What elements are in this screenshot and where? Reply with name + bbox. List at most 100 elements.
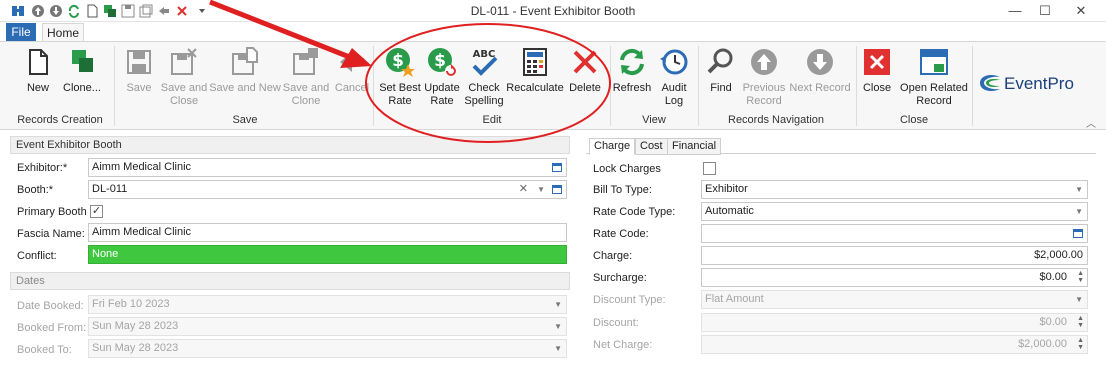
cancel-icon	[340, 52, 364, 72]
lookup-icon[interactable]	[552, 163, 562, 172]
separator	[972, 46, 973, 126]
refresh-button[interactable]: Refresh	[612, 46, 652, 95]
find-button[interactable]: Find	[704, 46, 738, 95]
save-and-new-button[interactable]: Save and New	[208, 46, 282, 95]
save-clone-icon	[293, 48, 318, 75]
fascia-name-field[interactable]: Aimm Medical Clinic	[88, 223, 567, 242]
panel-header-dates: Dates	[10, 272, 570, 290]
spinner-icon[interactable]: ▲ ▼	[1077, 315, 1084, 329]
new-document-icon	[29, 49, 48, 75]
date-booked-label: Date Booked:	[17, 300, 84, 312]
booked-from-field[interactable]: Sun May 28 2023 ▼	[88, 317, 567, 336]
update-rate-button[interactable]: $ Update Rate	[422, 46, 462, 108]
lock-charges-label: Lock Charges	[593, 163, 661, 175]
surcharge-label: Surcharge:	[593, 272, 647, 284]
lookup-icon[interactable]	[1073, 229, 1083, 238]
dollar-refresh-icon: $	[428, 48, 457, 77]
net-charge-label: Net Charge:	[593, 339, 653, 351]
fascia-name-label: Fascia Name:	[17, 228, 85, 240]
booth-label: Booth:*	[17, 184, 54, 196]
minimize-icon[interactable]: —	[1000, 2, 1030, 20]
rate-code-type-label: Rate Code Type:	[593, 206, 676, 218]
group-edit: Edit	[482, 114, 502, 126]
previous-record-button[interactable]: Previous Record	[740, 46, 788, 108]
tab-charge[interactable]: Charge	[589, 138, 636, 155]
chevron-down-icon[interactable]: ▼	[554, 296, 562, 313]
magnifier-icon	[707, 48, 733, 74]
recalculate-button[interactable]: Recalculate	[506, 46, 564, 95]
rate-code-type-select[interactable]: Automatic ▼	[701, 202, 1088, 221]
discount-type-label: Discount Type:	[593, 294, 666, 306]
check-spelling-button[interactable]: ABC Check Spelling	[462, 46, 506, 108]
booked-from-label: Booked From:	[17, 322, 87, 334]
close-red-icon	[864, 49, 890, 75]
title-bar: DL-011 - Event Exhibitor Booth — ☐ ✕	[0, 0, 1106, 22]
close-button[interactable]: Close	[860, 46, 894, 95]
separator	[114, 46, 115, 126]
delete-x-icon	[573, 50, 597, 74]
save-button[interactable]: Save	[122, 46, 156, 95]
refresh-arrows-icon	[620, 48, 644, 76]
ribbon: New Clone... Records Creation Save Save …	[0, 41, 1106, 130]
bill-to-type-select[interactable]: Exhibitor ▼	[701, 180, 1088, 199]
collapse-ribbon-icon[interactable]: ︿	[1086, 115, 1096, 130]
tab-cost[interactable]: Cost	[635, 138, 668, 155]
ribbon-tab-row: File Home	[0, 22, 1106, 43]
delete-button[interactable]: Delete	[566, 46, 604, 95]
chevron-down-icon[interactable]: ▼	[554, 318, 562, 335]
chevron-down-icon[interactable]: ▼	[1075, 203, 1083, 220]
arrow-up-circle-icon	[751, 49, 777, 75]
primary-booth-checkbox[interactable]: ✓	[90, 205, 103, 218]
tab-file[interactable]: File	[6, 23, 36, 42]
separator	[373, 46, 374, 126]
svg-text:ABC: ABC	[473, 49, 496, 60]
net-charge-field[interactable]: $2,000.00 ▲ ▼	[701, 335, 1088, 354]
window-open-icon	[920, 49, 948, 75]
chevron-down-icon[interactable]: ▼	[554, 340, 562, 357]
save-and-clone-button[interactable]: Save and Clone	[282, 46, 330, 108]
save-and-close-button[interactable]: Save and Close	[158, 46, 210, 108]
svg-text:$: $	[392, 51, 404, 71]
svg-text:$: $	[434, 51, 446, 71]
chevron-down-icon[interactable]: ▼	[1075, 291, 1083, 308]
date-booked-field[interactable]: Fri Feb 10 2023 ▼	[88, 295, 567, 314]
booked-to-field[interactable]: Sun May 28 2023 ▼	[88, 339, 567, 358]
group-save: Save	[232, 114, 258, 126]
charge-field[interactable]: $2,000.00	[701, 246, 1088, 265]
group-close: Close	[899, 114, 929, 126]
discount-type-select[interactable]: Flat Amount ▼	[701, 290, 1088, 309]
arrow-down-circle-icon	[807, 49, 833, 75]
maximize-icon[interactable]: ☐	[1030, 2, 1060, 20]
separator	[610, 46, 611, 126]
next-record-button[interactable]: Next Record	[788, 46, 852, 95]
clear-icon[interactable]: ✕	[519, 181, 528, 198]
clone-button[interactable]: Clone...	[58, 46, 106, 95]
exhibitor-field[interactable]: Aimm Medical Clinic	[88, 158, 567, 177]
calculator-icon	[523, 48, 547, 76]
close-icon[interactable]: ✕	[1066, 2, 1096, 20]
cancel-button[interactable]: Cancel	[334, 46, 370, 95]
floppy-icon	[127, 50, 151, 74]
charge-label: Charge:	[593, 250, 633, 262]
bill-to-type-label: Bill To Type:	[593, 184, 652, 196]
lookup-icon[interactable]	[552, 185, 562, 194]
set-best-rate-button[interactable]: $ Set Best Rate	[378, 46, 422, 108]
spinner-icon[interactable]: ▲ ▼	[1077, 270, 1084, 284]
open-related-record-button[interactable]: Open Related Record	[898, 46, 970, 108]
discount-field[interactable]: $0.00 ▲ ▼	[701, 313, 1088, 332]
chevron-down-icon[interactable]: ▼	[1075, 181, 1083, 198]
spinner-icon[interactable]: ▲ ▼	[1077, 337, 1084, 351]
surcharge-field[interactable]: $0.00 ▲ ▼	[701, 268, 1088, 287]
tab-home[interactable]: Home	[42, 23, 84, 43]
chevron-down-icon[interactable]: ▼	[537, 181, 545, 198]
audit-log-button[interactable]: Audit Log	[654, 46, 694, 108]
clock-history-icon	[660, 49, 688, 75]
tab-financial[interactable]: Financial	[667, 138, 722, 155]
new-button[interactable]: New	[22, 46, 54, 95]
clone-icon	[72, 50, 93, 72]
separator	[856, 46, 857, 126]
lock-charges-checkbox[interactable]	[703, 162, 716, 175]
group-records-creation: Records Creation	[17, 114, 103, 126]
rate-code-field[interactable]	[701, 224, 1088, 243]
booth-field[interactable]: DL-011 ✕ ▼	[88, 180, 567, 199]
